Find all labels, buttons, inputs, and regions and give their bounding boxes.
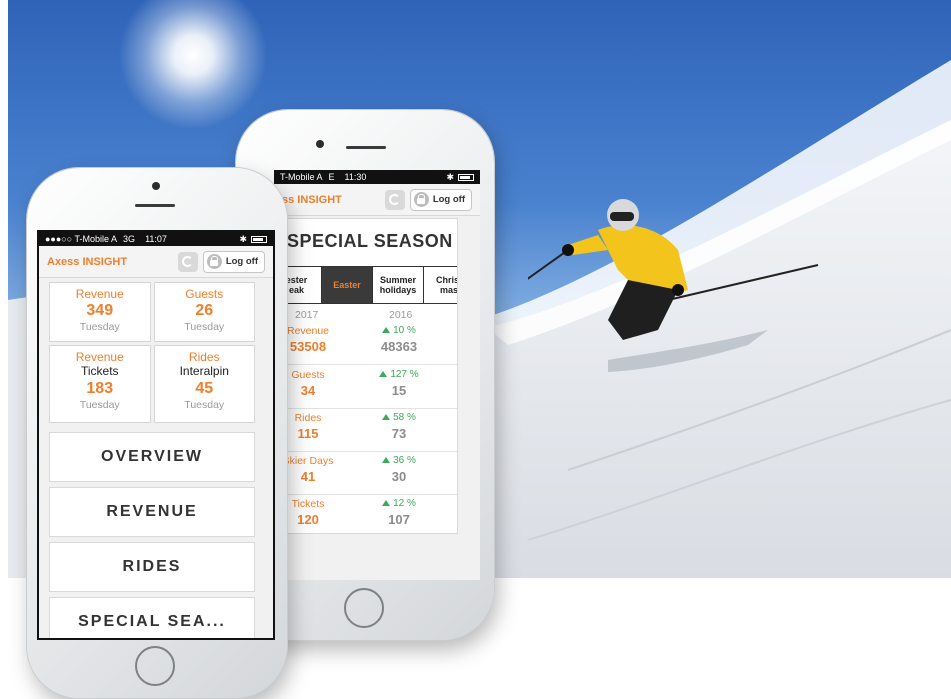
speaker-grille	[135, 204, 175, 207]
stat-previous: 107	[388, 512, 410, 527]
arrow-up-icon	[382, 500, 391, 506]
front-phone-screen: ●●●○○ T-Mobile A 3G 11:07 ✱ Axess INSIGH…	[37, 230, 275, 640]
tab-christmas[interactable]: Christ mas	[424, 266, 457, 304]
stat-row: Skier Days 41 36 % 30	[277, 453, 457, 495]
stat-row: Guests 34 127 % 15	[277, 367, 457, 409]
kpi-label: Revenue	[75, 287, 124, 301]
network-label: E	[328, 172, 335, 182]
kpi-grid: Revenue 349 Tuesday Guests 26 Tuesday Re…	[49, 282, 255, 423]
kpi-tile[interactable]: Rides Interalpin 45 Tuesday	[153, 345, 255, 423]
clock-label: 11:07	[145, 234, 167, 244]
refresh-button[interactable]	[384, 189, 405, 210]
camera-icon	[152, 182, 160, 190]
kpi-value: 183	[86, 380, 114, 397]
year-header: 2017 2016	[277, 309, 457, 323]
logoff-label: Log off	[432, 194, 465, 205]
stat-previous: 15	[391, 383, 407, 398]
app-brand: Axess INSIGHT	[47, 255, 128, 268]
kpi-tile[interactable]: Guests 26 Tuesday	[153, 282, 255, 342]
arrow-up-icon	[382, 414, 391, 420]
special-season-button[interactable]: SPECIAL SEA...	[49, 597, 255, 638]
kpi-day: Tuesday	[184, 399, 225, 411]
app-brand: ss INSIGHT	[282, 193, 342, 206]
special-season-card: SPECIAL SEASON ester eak Easter Summer h…	[276, 218, 458, 534]
bluetooth-icon: ✱	[446, 171, 454, 182]
refresh-icon	[182, 256, 194, 267]
logoff-button[interactable]: Log off	[202, 250, 265, 273]
kpi-value: 26	[195, 302, 214, 319]
stat-change: 58 %	[369, 412, 429, 423]
logoff-label: Log off	[225, 256, 258, 267]
stat-change: 127 %	[369, 369, 429, 380]
network-label: 3G	[123, 234, 136, 244]
year-previous: 2016	[389, 309, 413, 321]
overview-button[interactable]: OVERVIEW	[49, 432, 255, 482]
kpi-label: Guests	[185, 287, 224, 301]
stat-change: 12 %	[369, 498, 429, 509]
battery-icon	[251, 235, 267, 243]
kpi-day: Tuesday	[184, 321, 225, 333]
kpi-day: Tuesday	[79, 399, 120, 411]
refresh-button[interactable]	[177, 251, 198, 272]
kpi-label: Rides	[188, 350, 220, 364]
refresh-icon	[389, 194, 401, 205]
lock-icon	[206, 254, 222, 269]
kpi-value: 45	[195, 380, 214, 397]
revenue-button[interactable]: REVENUE	[49, 487, 255, 537]
stat-previous: 73	[391, 426, 407, 441]
stat-row: Tickets 120 12 % 107	[277, 496, 457, 533]
front-phone: ●●●○○ T-Mobile A 3G 11:07 ✱ Axess INSIGH…	[27, 168, 287, 698]
battery-icon	[458, 173, 474, 181]
tab-summer-holidays[interactable]: Summer holidays	[373, 266, 424, 304]
home-button[interactable]	[135, 646, 175, 686]
tab-easter[interactable]: Easter	[322, 266, 373, 304]
lock-icon	[413, 192, 429, 207]
stat-row: Revenue 53508 10 % 48363	[277, 323, 457, 365]
clock-label: 11:30	[344, 172, 367, 182]
carrier-label: T-Mobile A	[280, 172, 323, 182]
skier-figure	[528, 199, 819, 340]
bluetooth-icon: ✱	[239, 233, 247, 244]
stat-change: 36 %	[369, 455, 429, 466]
stat-row: Rides 115 58 % 73	[277, 410, 457, 452]
carrier-label: ●●●○○ T-Mobile A	[45, 234, 118, 244]
app-header: ss INSIGHT Log off	[274, 184, 480, 216]
main-menu: OVERVIEW REVENUE RIDES SPECIAL SEA...	[49, 432, 255, 638]
logoff-button[interactable]: Log off	[409, 188, 472, 211]
kpi-sublabel: Tickets	[80, 364, 119, 378]
season-tabs: ester eak Easter Summer holidays Christ …	[277, 266, 457, 304]
card-title: SPECIAL SEASON	[287, 231, 453, 251]
kpi-tile[interactable]: Revenue 349 Tuesday	[49, 282, 151, 342]
kpi-label: Revenue	[75, 350, 124, 364]
status-bar: T-Mobile A E 11:30 ✱	[274, 170, 480, 184]
app-header: Axess INSIGHT Log off	[39, 246, 273, 278]
home-button[interactable]	[344, 588, 384, 628]
arrow-up-icon	[382, 457, 391, 463]
status-bar: ●●●○○ T-Mobile A 3G 11:07 ✱	[39, 232, 273, 246]
arrow-up-icon	[379, 371, 388, 377]
stat-previous: 48363	[380, 339, 418, 354]
camera-icon	[316, 140, 324, 148]
speaker-grille	[346, 146, 386, 149]
year-current: 2017	[295, 309, 319, 321]
stat-previous: 30	[391, 469, 407, 484]
kpi-sublabel: Interalpin	[179, 364, 229, 378]
kpi-value: 349	[86, 302, 114, 319]
arrow-up-icon	[382, 327, 391, 333]
kpi-tile[interactable]: Revenue Tickets 183 Tuesday	[49, 345, 151, 423]
kpi-day: Tuesday	[79, 321, 120, 333]
rides-button[interactable]: RIDES	[49, 542, 255, 592]
stat-change: 10 %	[369, 325, 429, 336]
back-phone-screen: T-Mobile A E 11:30 ✱ ss INSIGHT Log off	[274, 170, 480, 580]
